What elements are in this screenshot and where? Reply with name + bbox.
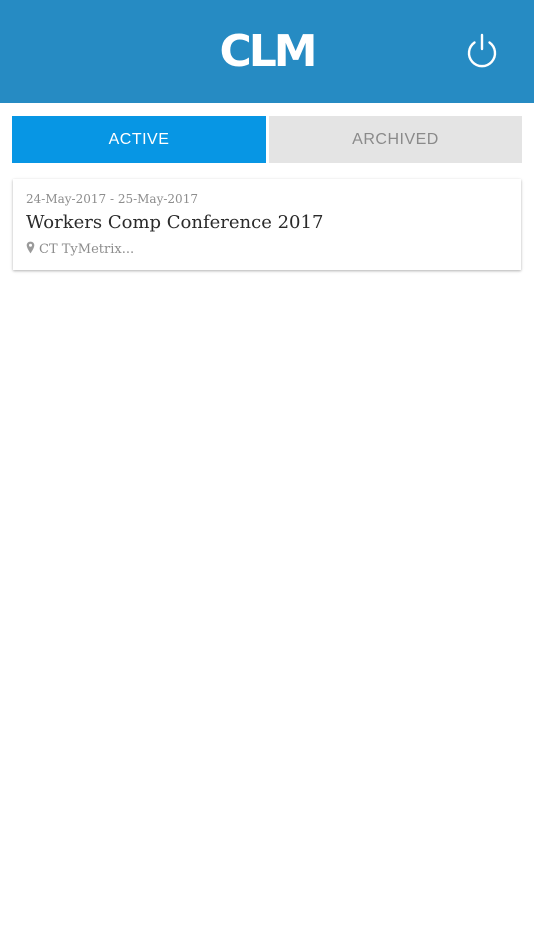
event-dates: 24-May-2017 - 25-May-2017 (26, 192, 198, 206)
app-header: CLM (0, 0, 534, 103)
map-pin-icon (26, 241, 35, 254)
event-title: Workers Comp Conference 2017 (26, 212, 324, 233)
clm-logo: CLM (219, 26, 317, 77)
tab-active[interactable]: ACTIVE (12, 116, 266, 163)
logout-button[interactable] (464, 32, 500, 70)
tab-archived[interactable]: ARCHIVED (269, 116, 522, 163)
event-tabs: ACTIVE ARCHIVED (12, 116, 522, 163)
event-location-row: CT TyMetrix... (26, 241, 134, 257)
event-card[interactable]: 24-May-2017 - 25-May-2017 Workers Comp C… (13, 179, 521, 270)
power-icon (467, 33, 497, 68)
app-screen: CLM ACTIVE ARCHIVED 24-May-2017 - 25-May… (0, 0, 534, 950)
event-location: CT TyMetrix... (39, 242, 135, 257)
